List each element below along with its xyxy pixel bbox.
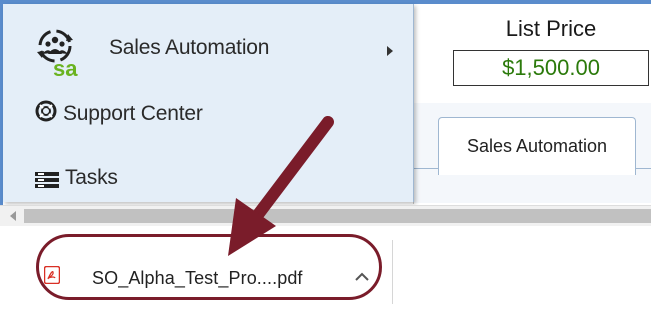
- horizontal-scrollbar[interactable]: [0, 205, 651, 226]
- menu-item-label: Sales Automation: [109, 36, 270, 59]
- list-price-field[interactable]: $1,500.00: [453, 50, 649, 86]
- lifebuoy-icon: [35, 100, 57, 122]
- sales-automation-icon: sa: [37, 29, 78, 80]
- menu-item-tasks[interactable]: Tasks: [3, 160, 413, 196]
- menu-item-label: Support Center: [63, 102, 203, 125]
- list-price-label: List Price: [505, 16, 597, 41]
- download-separator: [392, 240, 393, 304]
- submenu-arrow-icon: [387, 46, 393, 56]
- menu-item-label: Tasks: [65, 166, 118, 189]
- dropdown-menu: sa Sales Automation Support Center Tasks: [3, 4, 414, 202]
- menu-item-sales-automation[interactable]: sa Sales Automation: [3, 26, 413, 80]
- scroll-left-icon[interactable]: [10, 211, 16, 221]
- tasks-icon: [35, 172, 59, 188]
- scrollbar-thumb[interactable]: [24, 209, 651, 223]
- sa-logo-text: sa: [53, 56, 78, 80]
- app-window: List Price $1,500.00 Sales Automation sa…: [0, 0, 651, 322]
- highlight-oval: [36, 234, 382, 300]
- tab-sales-automation[interactable]: Sales Automation: [438, 117, 636, 175]
- menu-item-support-center[interactable]: Support Center: [3, 96, 413, 136]
